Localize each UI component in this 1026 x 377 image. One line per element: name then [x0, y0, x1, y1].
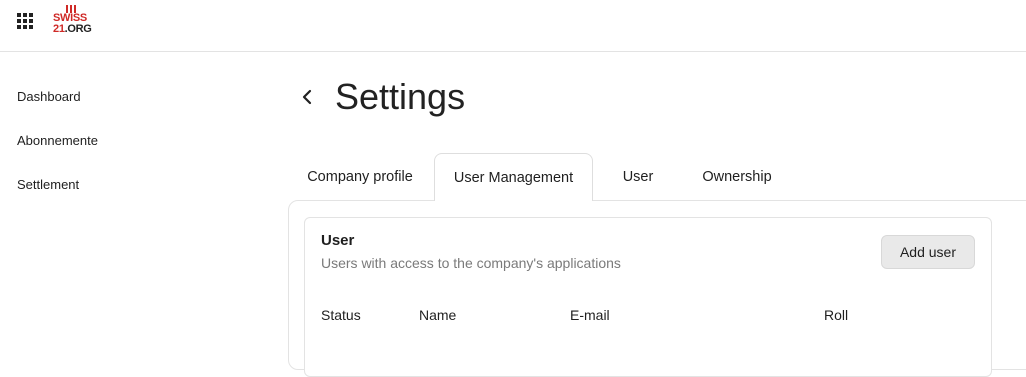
- page-title: Settings: [335, 76, 466, 117]
- swiss21-logo[interactable]: SWISS 21.ORG: [53, 5, 113, 37]
- card-title: User: [321, 232, 355, 249]
- tab-user[interactable]: User: [612, 153, 664, 201]
- sidebar-item-dashboard[interactable]: Dashboard: [17, 89, 81, 104]
- tab-company-profile[interactable]: Company profile: [296, 153, 424, 201]
- logo-line2-domain: .ORG: [64, 23, 92, 35]
- column-header-roll[interactable]: Roll: [824, 307, 848, 323]
- logo-line2: 21.ORG: [53, 24, 92, 35]
- back-chevron-icon[interactable]: [299, 86, 317, 108]
- sidebar-item-abonnemente[interactable]: Abonnemente: [17, 133, 98, 148]
- column-header-email[interactable]: E-mail: [570, 307, 610, 323]
- sidebar-item-settlement[interactable]: Settlement: [17, 177, 79, 192]
- column-header-name[interactable]: Name: [419, 307, 456, 323]
- tab-ownership[interactable]: Ownership: [690, 153, 784, 201]
- tab-user-management[interactable]: User Management: [434, 153, 593, 201]
- column-header-status[interactable]: Status: [321, 307, 361, 323]
- apps-grid-icon[interactable]: [17, 13, 33, 29]
- card-subtitle: Users with access to the company's appli…: [321, 255, 621, 271]
- logo-line2-number: 21: [53, 23, 65, 35]
- top-bar: SWISS 21.ORG: [0, 0, 1026, 52]
- add-user-button[interactable]: Add user: [881, 235, 975, 269]
- user-card: User Users with access to the company's …: [304, 217, 992, 377]
